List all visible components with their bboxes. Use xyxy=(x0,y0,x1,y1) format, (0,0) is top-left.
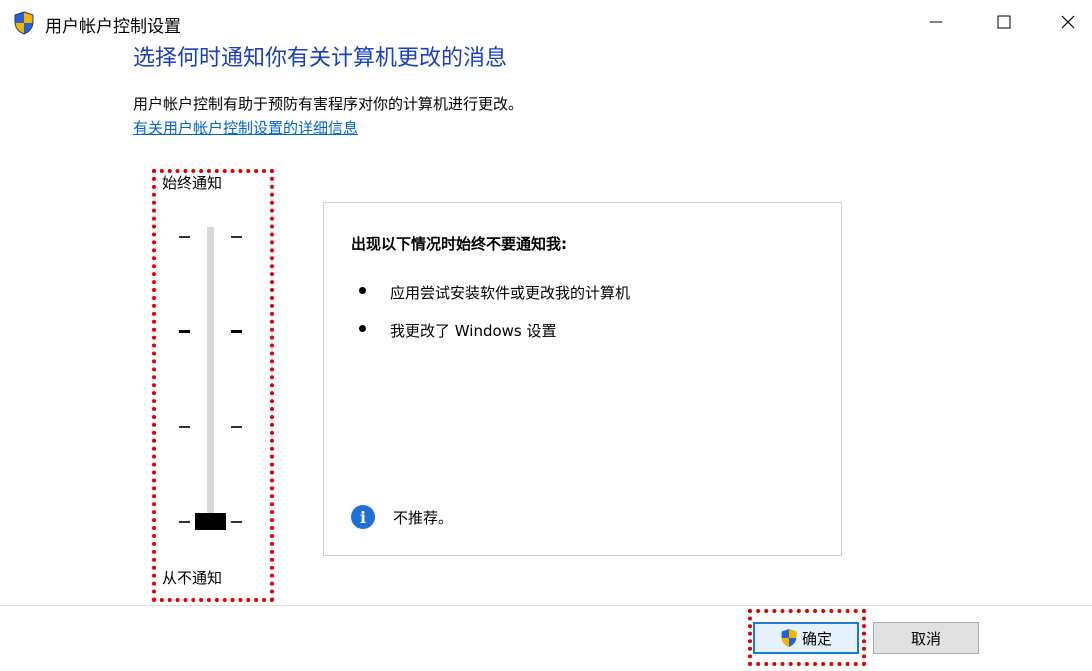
slider-top-label: 始终通知 xyxy=(162,174,223,192)
list-item: 我更改了 Windows 设置 xyxy=(390,322,557,340)
slider-tick xyxy=(231,236,242,238)
slider-tick xyxy=(231,521,242,523)
slider-tick xyxy=(179,521,190,523)
maximize-button[interactable] xyxy=(980,0,1028,44)
bullet-icon xyxy=(359,325,366,332)
description-text: 用户帐户控制有助于预防有害程序对你的计算机进行更改。 xyxy=(133,95,524,113)
title-bar: 用户帐户控制设置 xyxy=(0,0,1092,44)
info-panel xyxy=(323,202,842,556)
details-link[interactable]: 有关用户帐户控制设置的详细信息 xyxy=(133,117,358,138)
footer-divider xyxy=(0,605,1092,606)
uac-shield-icon xyxy=(14,11,34,35)
slider-track[interactable] xyxy=(207,227,214,530)
slider-tick xyxy=(179,236,190,238)
ok-button-label: 确定 xyxy=(801,629,832,648)
ok-button[interactable]: 确定 xyxy=(753,622,859,654)
maximize-icon xyxy=(997,15,1011,29)
window-title: 用户帐户控制设置 xyxy=(45,17,181,37)
cancel-button[interactable]: 取消 xyxy=(873,622,979,654)
cancel-button-label: 取消 xyxy=(910,629,941,648)
slider-thumb[interactable] xyxy=(195,513,226,530)
slider-tick xyxy=(231,330,242,333)
close-button[interactable] xyxy=(1044,0,1092,44)
close-icon xyxy=(1061,15,1075,29)
uac-shield-icon xyxy=(781,629,797,647)
slider-bottom-label: 从不通知 xyxy=(162,569,223,587)
slider-tick xyxy=(231,426,242,428)
bullet-icon xyxy=(359,287,366,294)
minimize-icon xyxy=(930,21,942,23)
page-heading: 选择何时通知你有关计算机更改的消息 xyxy=(133,46,508,71)
panel-heading: 出现以下情况时始终不要通知我: xyxy=(351,235,568,253)
info-icon: i xyxy=(351,505,375,529)
list-item: 应用尝试安装软件或更改我的计算机 xyxy=(390,284,631,302)
recommendation-note: 不推荐。 xyxy=(393,509,454,527)
slider-tick xyxy=(179,330,190,333)
minimize-button[interactable] xyxy=(912,0,960,44)
slider-tick xyxy=(179,426,190,428)
